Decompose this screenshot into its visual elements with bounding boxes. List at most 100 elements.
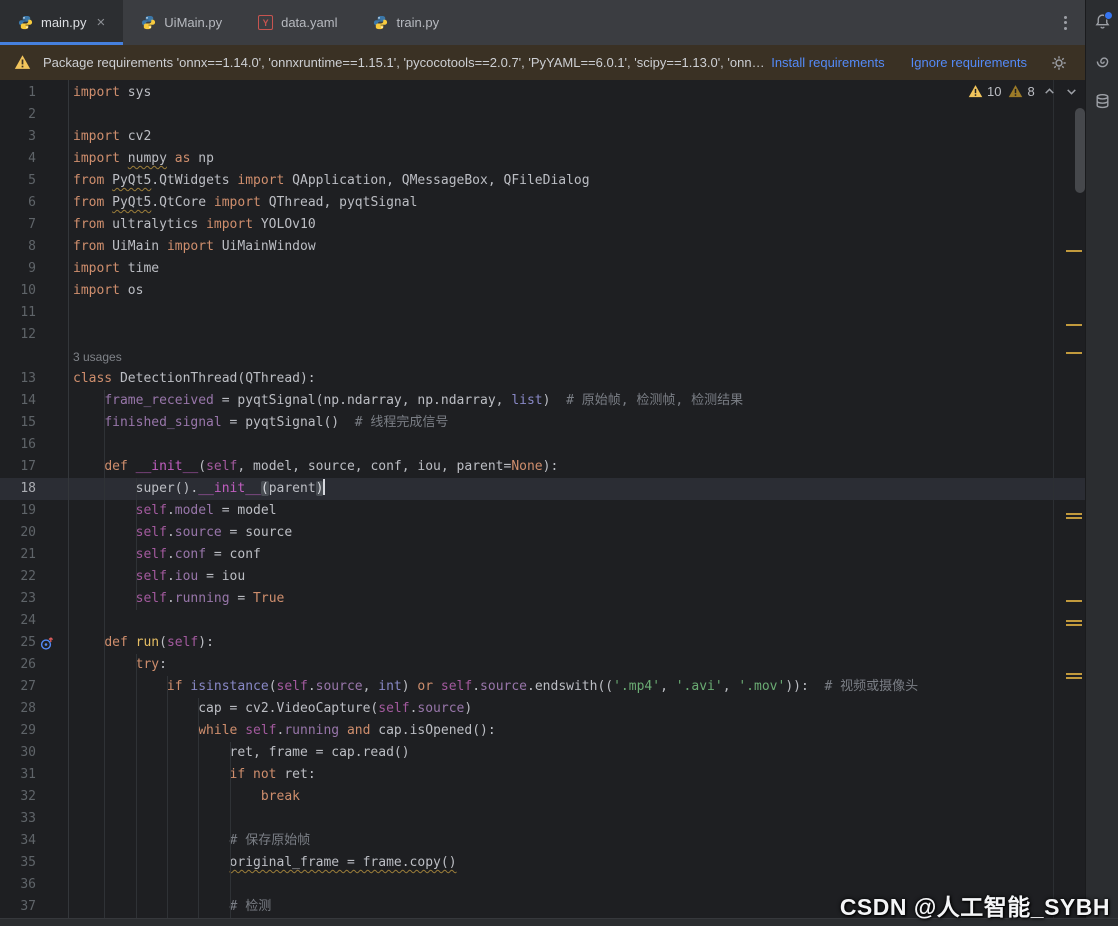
line-number[interactable]: 13 [0,368,68,390]
next-problem-chevron-down-icon[interactable] [1064,84,1079,99]
code-line[interactable]: 23 self.running = True [0,588,1085,610]
line-number[interactable]: 37 [0,896,68,918]
code-line[interactable]: 3 import cv2 [0,126,1085,148]
error-stripe-warning-mark[interactable] [1066,513,1082,521]
banner-settings-gear-icon[interactable] [1051,55,1067,71]
line-number[interactable]: 36 [0,874,68,896]
code-line[interactable]: 16 [0,434,1085,456]
line-number[interactable]: 6 [0,192,68,214]
code-line[interactable]: 6 from PyQt5.QtCore import QThread, pyqtS… [0,192,1085,214]
code-line[interactable]: 18 super().__init__(parent) [0,478,1085,500]
line-number[interactable]: 26 [0,654,68,676]
tab-UiMain.py[interactable]: UiMain.py [123,0,240,45]
code-line[interactable]: 22 self.iou = iou [0,566,1085,588]
line-number[interactable]: 29 [0,720,68,742]
error-stripe-warning-mark[interactable] [1066,352,1082,356]
code-line[interactable]: 19 self.model = model [0,500,1085,522]
code-line[interactable]: 25 def run(self): [0,632,1085,654]
usages-inlay-row[interactable]: 3 usages [0,346,1085,368]
code-line[interactable]: 7 from ultralytics import YOLOv10 [0,214,1085,236]
vertical-scrollbar[interactable] [1075,108,1085,193]
line-number[interactable]: 33 [0,808,68,830]
code-line[interactable]: 24 [0,610,1085,632]
line-number[interactable]: 27 [0,676,68,698]
install-requirements-link[interactable]: Install requirements [771,55,884,70]
line-number[interactable]: 18 [0,478,68,500]
code-line[interactable]: 20 self.source = source [0,522,1085,544]
line-number[interactable]: 20 [0,522,68,544]
code-line[interactable]: 35 original_frame = frame.copy() [0,852,1085,874]
line-number[interactable]: 22 [0,566,68,588]
line-number[interactable]: 34 [0,830,68,852]
code-line[interactable]: 27 if isinstance(self.source, int) or se… [0,676,1085,698]
tab-main.py[interactable]: main.py × [0,0,124,45]
code-line[interactable]: 1 import sys [0,82,1085,104]
line-number[interactable]: 7 [0,214,68,236]
code-line[interactable]: 31 if not ret: [0,764,1085,786]
code-line[interactable]: 5 from PyQt5.QtWidgets import QApplicatio… [0,170,1085,192]
code-line[interactable]: 9 import time [0,258,1085,280]
line-number[interactable]: 35 [0,852,68,874]
code-line[interactable]: 10 import os [0,280,1085,302]
code-line[interactable]: 15 finished_signal = pyqtSignal() # 线程完成… [0,412,1085,434]
line-number[interactable]: 3 [0,126,68,148]
line-number[interactable]: 8 [0,236,68,258]
close-icon[interactable]: × [97,15,106,30]
code-editor[interactable]: 1 import sys 2 3 import cv2 4 import numpy as … [0,80,1085,919]
line-number[interactable]: 15 [0,412,68,434]
line-number[interactable]: 14 [0,390,68,412]
yaml-icon: Y [258,15,274,30]
line-number[interactable]: 19 [0,500,68,522]
line-number[interactable]: 2 [0,104,68,126]
line-number[interactable] [0,346,68,368]
line-number[interactable]: 17 [0,456,68,478]
notifications-bell-icon[interactable] [1094,11,1113,30]
code-line[interactable]: 11 [0,302,1085,324]
previous-problem-chevron-up-icon[interactable] [1042,84,1057,99]
line-number[interactable]: 4 [0,148,68,170]
code-line[interactable]: 26 try: [0,654,1085,676]
error-stripe-warning-mark[interactable] [1066,250,1082,254]
code-line[interactable]: 2 [0,104,1085,126]
warning-triangle-icon [14,54,31,71]
line-number[interactable]: 1 [0,82,68,104]
line-number[interactable]: 31 [0,764,68,786]
line-number[interactable]: 30 [0,742,68,764]
line-number[interactable]: 10 [0,280,68,302]
code-line[interactable]: 28 cap = cv2.VideoCapture(self.source) [0,698,1085,720]
code-line[interactable]: 14 frame_received = pyqtSignal(np.ndarra… [0,390,1085,412]
line-number[interactable]: 12 [0,324,68,346]
error-stripe-warning-mark[interactable] [1066,324,1082,328]
code-line[interactable]: 17 def __init__(self, model, source, con… [0,456,1085,478]
line-number[interactable]: 5 [0,170,68,192]
code-line[interactable]: 13 class DetectionThread(QThread): [0,368,1085,390]
code-line[interactable]: 8 from UiMain import UiMainWindow [0,236,1085,258]
code-line[interactable]: 4 import numpy as np [0,148,1085,170]
code-line[interactable]: 33 [0,808,1085,830]
code-line[interactable]: 12 [0,324,1085,346]
tab-data.yaml[interactable]: Ydata.yaml [240,0,355,45]
line-number[interactable]: 16 [0,434,68,456]
line-number[interactable]: 24 [0,610,68,632]
tab-train.py[interactable]: train.py [355,0,457,45]
line-number[interactable]: 21 [0,544,68,566]
line-number[interactable]: 9 [0,258,68,280]
ai-assistant-swirl-icon[interactable] [1094,53,1111,70]
code-line[interactable]: 29 while self.running and cap.isOpened()… [0,720,1085,742]
line-number[interactable]: 11 [0,302,68,324]
error-stripe-warning-mark[interactable] [1066,620,1082,628]
line-number[interactable]: 32 [0,786,68,808]
ignore-requirements-link[interactable]: Ignore requirements [911,55,1027,70]
more-options-kebab-icon[interactable] [1060,12,1071,34]
error-stripe-warning-mark[interactable] [1066,600,1082,604]
database-icon[interactable] [1094,93,1111,110]
line-number[interactable]: 23 [0,588,68,610]
code-line[interactable]: 34 # 保存原始帧 [0,830,1085,852]
line-number[interactable]: 25 [0,632,68,654]
line-number[interactable]: 28 [0,698,68,720]
code-line[interactable]: 32 break [0,786,1085,808]
code-line[interactable]: 21 self.conf = conf [0,544,1085,566]
error-stripe-warning-mark[interactable] [1066,673,1082,681]
code-line[interactable]: 30 ret, frame = cap.read() [0,742,1085,764]
